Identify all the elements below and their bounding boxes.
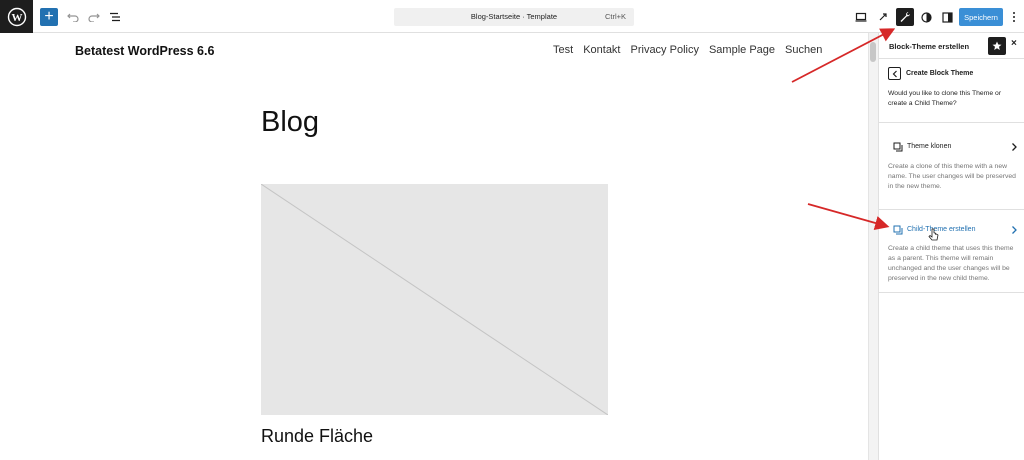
- styles-button[interactable]: [917, 8, 935, 26]
- nav-item-privacy-policy[interactable]: Privacy Policy: [631, 44, 699, 56]
- wordpress-logo-button[interactable]: W: [0, 0, 33, 33]
- intro-text: Would you like to clone this Theme or cr…: [888, 90, 1002, 107]
- site-navigation: Test Kontakt Privacy Policy Sample Page …: [553, 44, 822, 56]
- featured-image-placeholder[interactable]: [260, 183, 609, 416]
- create-block-theme-plugin-button[interactable]: [896, 8, 914, 26]
- create-child-theme-option[interactable]: Child-Theme erstellen: [888, 223, 1018, 237]
- command-shortcut: Ctrl+K: [604, 12, 626, 21]
- svg-text:W: W: [11, 12, 22, 24]
- sidebar-title: Block-Theme erstellen: [889, 42, 970, 51]
- nav-item-suchen[interactable]: Suchen: [785, 44, 822, 56]
- add-block-button[interactable]: +: [40, 8, 58, 26]
- plus-icon: +: [44, 8, 54, 25]
- redo-button[interactable]: [85, 8, 103, 26]
- list-view-icon: [110, 12, 120, 22]
- nav-item-test[interactable]: Test: [553, 44, 573, 56]
- clone-theme-option[interactable]: Theme klonen: [888, 140, 1018, 154]
- editor-canvas[interactable]: Betatest WordPress 6.6 Test Kontakt Priv…: [0, 33, 868, 460]
- create-child-theme-description: Create a child theme that uses this them…: [888, 245, 1014, 282]
- canvas-scrollbar[interactable]: [868, 33, 878, 460]
- undo-icon: [67, 13, 79, 22]
- copy-icon: [893, 225, 903, 235]
- create-child-theme-label: Child-Theme erstellen: [907, 226, 976, 233]
- star-icon: [992, 41, 1002, 50]
- page-heading[interactable]: Blog: [261, 106, 319, 139]
- more-vertical-icon: [1013, 12, 1015, 22]
- settings-sidebar-toggle[interactable]: [938, 8, 956, 26]
- device-preview-button[interactable]: [852, 8, 870, 26]
- command-palette-bar[interactable]: Blog-Startseite · Template Ctrl+K: [394, 8, 634, 26]
- desktop-icon: [855, 12, 867, 22]
- close-icon: ×: [1011, 38, 1017, 49]
- clone-theme-description: Create a clone of this theme with a new …: [888, 163, 1016, 190]
- chevron-left-icon: [892, 70, 897, 77]
- back-button[interactable]: [888, 67, 901, 80]
- divider: [879, 209, 1024, 210]
- nav-item-kontakt[interactable]: Kontakt: [583, 44, 620, 56]
- chevron-right-icon: [1012, 143, 1017, 151]
- pin-favorite-button[interactable]: [988, 37, 1006, 55]
- document-title: Blog-Startseite · Template: [470, 12, 558, 21]
- close-sidebar-button[interactable]: ×: [1011, 38, 1017, 49]
- wordpress-icon: W: [7, 7, 26, 26]
- document-overview-button[interactable]: [106, 8, 124, 26]
- wrench-icon: [900, 12, 910, 22]
- chevron-right-icon: [1012, 226, 1017, 234]
- external-link-icon: [879, 13, 887, 21]
- sidebar-icon: [941, 11, 953, 23]
- clone-theme-label: Theme klonen: [907, 143, 952, 150]
- editor-toolbar: W + Blog-Startseite · Template Ctrl+K Sp…: [0, 0, 1024, 33]
- divider: [879, 122, 1024, 123]
- divider: [879, 292, 1024, 293]
- site-title[interactable]: Betatest WordPress 6.6: [75, 44, 214, 58]
- site-editor: W + Blog-Startseite · Template Ctrl+K Sp…: [0, 0, 1024, 460]
- plugin-sidebar: Block-Theme erstellen × Create Block The…: [878, 33, 1024, 460]
- canvas-scrollbar-thumb[interactable]: [870, 42, 876, 62]
- panel-title: Create Block Theme: [906, 70, 974, 77]
- sidebar-header: Block-Theme erstellen ×: [879, 33, 1024, 59]
- nav-item-sample-page[interactable]: Sample Page: [709, 44, 775, 56]
- redo-icon: [88, 13, 100, 22]
- options-menu-button[interactable]: [1008, 8, 1020, 26]
- half-circle-icon: [920, 11, 932, 23]
- placeholder-diagonal: [260, 183, 609, 416]
- save-button[interactable]: Speichern: [959, 8, 1003, 26]
- post-title[interactable]: Runde Fläche: [261, 426, 373, 447]
- view-site-button[interactable]: [874, 8, 892, 26]
- undo-button[interactable]: [64, 8, 82, 26]
- copy-icon: [893, 142, 903, 152]
